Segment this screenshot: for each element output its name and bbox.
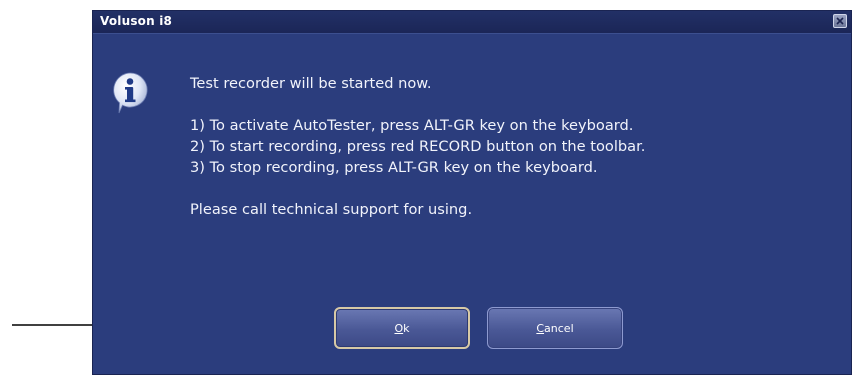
cancel-button[interactable]: Cancel <box>487 307 623 349</box>
step-item: 3) To stop recording, press ALT-GR key o… <box>190 159 598 176</box>
footer-note: Please call technical support for using. <box>190 201 473 218</box>
dialog-titlebar: Voluson i8 <box>93 11 851 34</box>
dialog-message: Test recorder will be started now. 1) To… <box>190 73 840 220</box>
steps-list: 1) To activate AutoTester, press ALT-GR … <box>190 115 840 178</box>
ok-button-label: k <box>403 321 410 335</box>
ok-button[interactable]: Ok <box>334 307 470 349</box>
close-button[interactable] <box>833 14 847 28</box>
step-item: 2) To start recording, press red RECORD … <box>190 138 646 155</box>
test-recorder-dialog: Voluson i8 Test recorder will be started… <box>92 10 852 375</box>
info-icon <box>113 72 148 114</box>
cancel-button-label: ancel <box>544 321 574 335</box>
message-heading: Test recorder will be started now. <box>190 75 432 92</box>
step-item: 1) To activate AutoTester, press ALT-GR … <box>190 117 634 134</box>
screenshot-stage: Voluson i8 Test recorder will be started… <box>0 0 853 375</box>
cancel-button-accelerator: C <box>536 321 545 335</box>
dialog-title: Voluson i8 <box>100 14 173 28</box>
close-icon <box>836 17 844 25</box>
ok-button-accelerator: O <box>394 321 404 335</box>
